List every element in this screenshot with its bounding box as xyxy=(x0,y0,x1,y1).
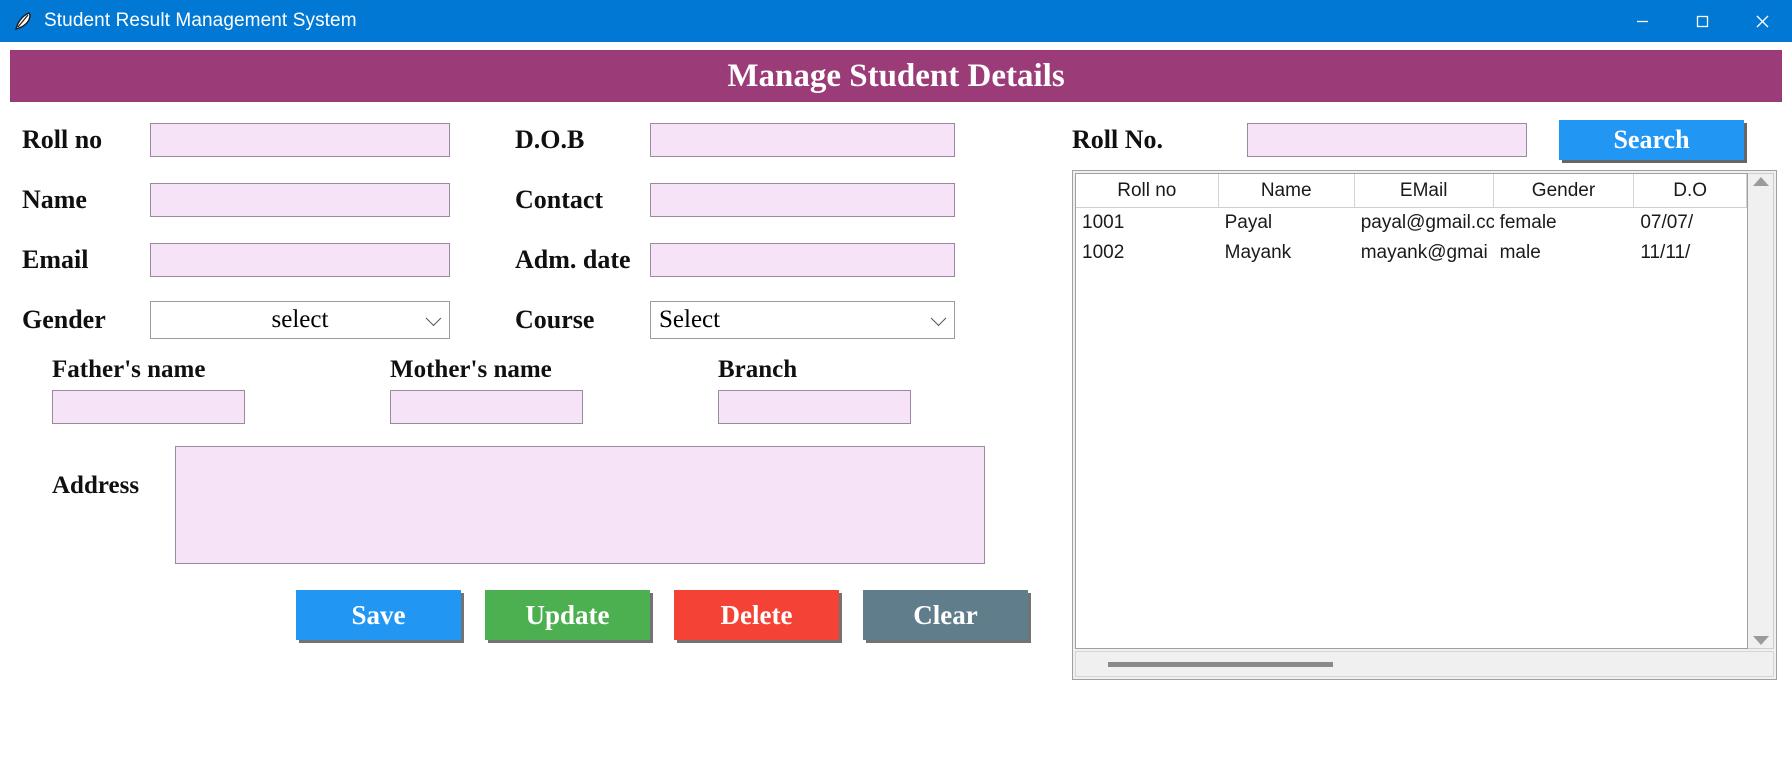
minimize-button[interactable] xyxy=(1612,0,1672,42)
table-row[interactable]: 1001 Payal payal@gmail.cc female 07/07/ xyxy=(1076,208,1747,238)
contact-label: Contact xyxy=(515,185,604,214)
form-row-rollno-dob: Roll no D.O.B xyxy=(0,110,1060,170)
column-header-name[interactable]: Name xyxy=(1219,174,1355,207)
student-table[interactable]: Roll no Name EMail Gender D.O 1001 Payal… xyxy=(1075,173,1748,649)
gender-label: Gender xyxy=(22,305,106,334)
form-row-name-contact: Name Contact xyxy=(0,170,1060,230)
maximize-button[interactable] xyxy=(1672,0,1732,42)
cell-gender: male xyxy=(1499,242,1541,263)
form-row-email-admdate: Email Adm. date xyxy=(0,230,1060,290)
course-label: Course xyxy=(515,305,595,334)
course-dropdown[interactable]: Select xyxy=(650,301,955,339)
horizontal-scrollbar[interactable] xyxy=(1075,651,1774,677)
contact-input[interactable] xyxy=(650,183,955,217)
address-textarea[interactable] xyxy=(175,446,985,564)
chevron-down-icon xyxy=(930,310,947,327)
mother-name-label: Mother's name xyxy=(390,356,552,383)
table-header-row: Roll no Name EMail Gender D.O xyxy=(1076,174,1747,208)
search-button[interactable]: Search xyxy=(1559,120,1744,160)
delete-button[interactable]: Delete xyxy=(674,590,839,640)
student-table-body: Roll no Name EMail Gender D.O 1001 Payal… xyxy=(1075,173,1774,649)
search-input[interactable] xyxy=(1247,123,1527,157)
form-row-gender-course: Gender select Course Select xyxy=(0,290,1060,350)
search-row: Roll No. Search xyxy=(1060,110,1792,170)
cell-email: payal@gmail.cc xyxy=(1360,212,1494,233)
address-label: Address xyxy=(52,472,140,499)
gender-dropdown-value: select xyxy=(271,306,329,333)
form-row-address: Address xyxy=(0,446,1060,564)
search-panel: Roll No. Search Roll no Name EMail Gende… xyxy=(1060,110,1792,680)
course-dropdown-value: Select xyxy=(659,306,721,333)
column-header-gender[interactable]: Gender xyxy=(1494,174,1635,207)
header-banner-wrap: Manage Student Details xyxy=(0,42,1792,102)
father-name-input[interactable] xyxy=(52,390,245,424)
branch-input[interactable] xyxy=(718,390,911,424)
branch-group: Branch xyxy=(718,356,911,424)
table-row[interactable]: 1002 Mayank mayank@gmai male 11/11/ xyxy=(1076,238,1747,268)
scroll-down-arrow-icon[interactable] xyxy=(1752,636,1769,645)
column-header-rollno[interactable]: Roll no xyxy=(1076,174,1219,207)
horizontal-scrollbar-thumb[interactable] xyxy=(1108,661,1333,667)
window-controls xyxy=(1612,0,1792,42)
mother-name-input[interactable] xyxy=(390,390,583,424)
save-button[interactable]: Save xyxy=(296,590,461,640)
roll-no-label: Roll no xyxy=(22,125,103,154)
clear-button[interactable]: Clear xyxy=(863,590,1028,640)
cell-dob: 07/07/ xyxy=(1640,212,1694,233)
search-roll-no-label: Roll No. xyxy=(1072,125,1163,154)
name-input[interactable] xyxy=(150,183,450,217)
action-buttons: Save Update Delete Clear xyxy=(0,590,1060,640)
feather-icon xyxy=(6,11,40,31)
column-header-email[interactable]: EMail xyxy=(1355,174,1494,207)
scroll-up-arrow-icon[interactable] xyxy=(1752,177,1769,186)
vertical-scrollbar[interactable] xyxy=(1748,173,1774,649)
cell-name: Mayank xyxy=(1224,242,1292,263)
mother-group: Mother's name xyxy=(390,356,583,424)
adm-date-label: Adm. date xyxy=(515,245,631,274)
main-content: Roll no D.O.B Name Contact Email Adm. da… xyxy=(0,102,1792,680)
father-name-label: Father's name xyxy=(52,356,206,383)
adm-date-input[interactable] xyxy=(650,243,955,277)
gender-dropdown[interactable]: select xyxy=(150,301,450,339)
form-row-parents-branch: Father's name Mother's name Branch xyxy=(0,356,1060,424)
cell-rollno: 1002 xyxy=(1082,242,1125,263)
cell-email: mayank@gmai xyxy=(1360,242,1488,263)
window-title: Student Result Management System xyxy=(44,10,357,31)
father-group: Father's name xyxy=(52,356,245,424)
update-button[interactable]: Update xyxy=(485,590,650,640)
cell-gender: female xyxy=(1499,212,1557,233)
student-table-frame: Roll no Name EMail Gender D.O 1001 Payal… xyxy=(1072,170,1777,680)
roll-no-input[interactable] xyxy=(150,123,450,157)
chevron-down-icon xyxy=(425,310,442,327)
dob-input[interactable] xyxy=(650,123,955,157)
branch-label: Branch xyxy=(718,356,798,383)
cell-name: Payal xyxy=(1224,212,1273,233)
dob-label: D.O.B xyxy=(515,125,585,154)
email-input[interactable] xyxy=(150,243,450,277)
cell-dob: 11/11/ xyxy=(1640,242,1691,263)
page-title: Manage Student Details xyxy=(10,50,1782,102)
student-form: Roll no D.O.B Name Contact Email Adm. da… xyxy=(0,110,1060,680)
column-header-dob[interactable]: D.O xyxy=(1634,174,1747,207)
close-button[interactable] xyxy=(1732,0,1792,42)
cell-rollno: 1001 xyxy=(1082,212,1125,233)
email-label: Email xyxy=(22,245,89,274)
window-titlebar: Student Result Management System xyxy=(0,0,1792,42)
name-label: Name xyxy=(22,185,87,214)
